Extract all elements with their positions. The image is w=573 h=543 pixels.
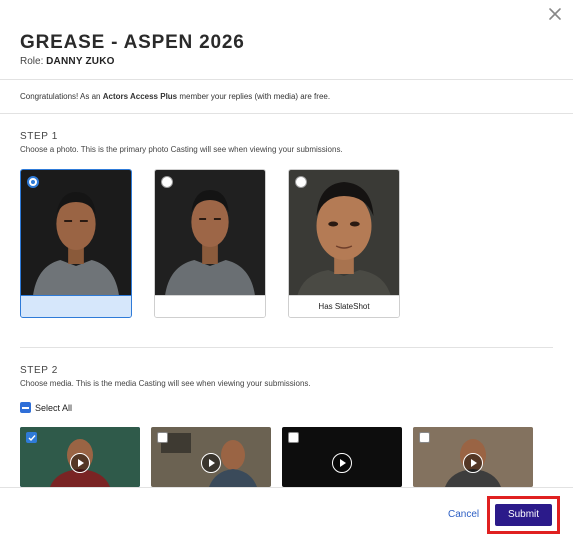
headshot-image-1 (21, 170, 131, 297)
headshot-image-3 (289, 170, 399, 297)
headshot-image-2 (155, 170, 265, 297)
media-card-3[interactable] (282, 427, 402, 487)
media-card-4[interactable] (413, 427, 533, 487)
notice-divider (0, 113, 573, 114)
header-divider (0, 79, 573, 80)
role-label: Role: (20, 56, 44, 67)
cancel-button[interactable]: Cancel (448, 509, 479, 520)
media-checkbox-1[interactable] (26, 432, 37, 443)
photo-card-3[interactable]: Has SlateShot (288, 169, 400, 318)
select-all-toggle[interactable]: Select All (20, 402, 72, 413)
play-icon[interactable] (332, 453, 352, 473)
step1-title: STEP 1 (20, 131, 58, 142)
photo-radio-3[interactable] (295, 176, 307, 188)
photo-caption-2 (155, 295, 265, 317)
step-divider (20, 347, 553, 348)
media-card-2[interactable] (151, 427, 271, 487)
role-value: DANNY ZUKO (46, 56, 115, 67)
play-icon[interactable] (70, 453, 90, 473)
select-all-checkbox[interactable] (20, 402, 31, 413)
submit-button[interactable]: Submit (495, 504, 552, 526)
step2-description: Choose media. This is the media Casting … (20, 379, 311, 388)
member-notice: Congratulations! As an Actors Access Plu… (20, 92, 330, 101)
role-line: Role: DANNY ZUKO (20, 56, 115, 67)
step2-title: STEP 2 (20, 365, 58, 376)
select-all-label: Select All (35, 402, 73, 413)
play-icon[interactable] (201, 453, 221, 473)
photo-radio-1[interactable] (27, 176, 39, 188)
photo-caption-3: Has SlateShot (289, 295, 399, 317)
close-icon[interactable] (547, 6, 563, 22)
photo-caption-1 (21, 295, 131, 317)
media-checkbox-4[interactable] (419, 432, 430, 443)
notice-prefix: Congratulations! As an (20, 92, 103, 101)
play-icon[interactable] (463, 453, 483, 473)
notice-highlight: Actors Access Plus (102, 92, 178, 101)
media-checkbox-3[interactable] (288, 432, 299, 443)
media-card-1[interactable] (20, 427, 140, 487)
notice-suffix: member your replies (with media) are fre… (177, 92, 331, 101)
photo-card-1[interactable] (20, 169, 132, 318)
photo-card-2[interactable] (154, 169, 266, 318)
photo-radio-2[interactable] (161, 176, 173, 188)
modal-title: GREASE - ASPEN 2026 (20, 32, 245, 53)
step1-description: Choose a photo. This is the primary phot… (20, 145, 343, 154)
media-checkbox-2[interactable] (157, 432, 168, 443)
